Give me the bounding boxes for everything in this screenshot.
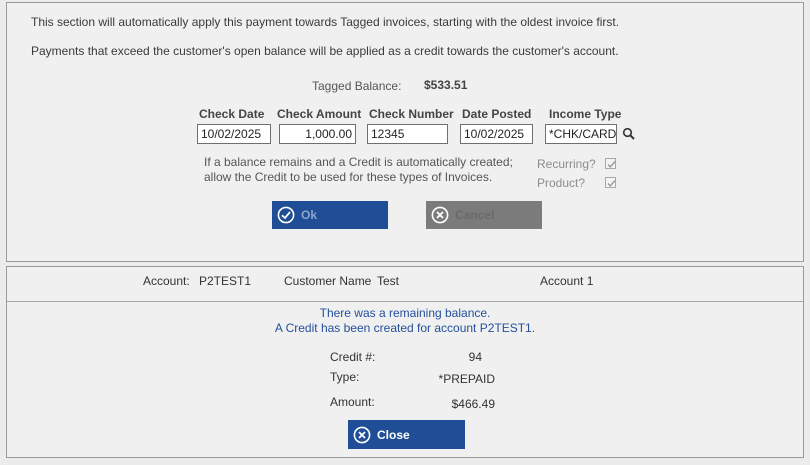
- product-checkbox[interactable]: [605, 177, 616, 188]
- payment-apply-panel: This section will automatically apply th…: [6, 2, 804, 262]
- intro-text-1: This section will automatically apply th…: [31, 15, 620, 29]
- tagged-balance-value: $533.51: [424, 78, 468, 92]
- income-type-search-icon[interactable]: [622, 127, 636, 141]
- date-posted-field[interactable]: 10/02/2025: [460, 124, 533, 144]
- checkmark-icon: [607, 180, 616, 188]
- check-number-header: Check Number: [369, 107, 454, 121]
- check-date-field[interactable]: 10/02/2025: [197, 124, 271, 144]
- credit-note-line2: allow the Credit to be used for these ty…: [204, 170, 493, 184]
- check-date-header: Check Date: [199, 107, 265, 121]
- recurring-label: Recurring?: [537, 157, 596, 171]
- x-circle-icon: [431, 206, 449, 224]
- cancel-button[interactable]: Cancel: [426, 201, 542, 229]
- x-circle-icon: [353, 426, 371, 443]
- intro-text-2: Payments that exceed the customer's open…: [31, 44, 619, 58]
- credit-amount-label: Amount:: [330, 395, 375, 409]
- close-button-label: Close: [377, 427, 410, 442]
- credit-result-panel: Account: P2TEST1 Customer Name Test Acco…: [6, 266, 804, 458]
- check-number-field[interactable]: 12345: [367, 124, 448, 144]
- date-posted-header: Date Posted: [462, 107, 532, 121]
- recurring-checkbox[interactable]: [605, 158, 616, 169]
- customer-name-value: Test: [377, 274, 400, 288]
- product-label: Product?: [537, 176, 586, 190]
- ok-button-label: Ok: [301, 208, 318, 222]
- checkmark-icon: [607, 161, 616, 169]
- credit-type-value: *PREPAID: [438, 372, 495, 386]
- customer-name-label: Customer Name: [284, 274, 372, 288]
- check-amount-field[interactable]: 1,000.00: [279, 124, 356, 144]
- check-amount-header: Check Amount: [277, 107, 362, 121]
- result-message-1: There was a remaining balance.: [319, 306, 491, 320]
- income-type-field[interactable]: *CHK/CARD: [545, 124, 617, 144]
- account-name-value: Account 1: [540, 274, 594, 288]
- check-circle-icon: [277, 206, 295, 224]
- credit-number-label: Credit #:: [330, 350, 376, 364]
- close-button[interactable]: Close: [348, 420, 465, 449]
- credit-note-line1: If a balance remains and a Credit is aut…: [204, 155, 513, 169]
- account-value: P2TEST1: [199, 274, 252, 288]
- credit-amount-value: $466.49: [451, 397, 495, 411]
- income-type-header: Income Type: [549, 107, 622, 121]
- credit-type-label: Type:: [330, 370, 360, 384]
- account-label: Account:: [143, 274, 190, 288]
- tagged-balance-label: Tagged Balance:: [312, 79, 402, 93]
- cancel-button-label: Cancel: [455, 208, 495, 222]
- ok-button[interactable]: Ok: [272, 201, 388, 229]
- divider: [7, 301, 803, 302]
- result-message-2: A Credit has been created for account P2…: [274, 321, 536, 335]
- credit-number-value: 94: [468, 350, 482, 364]
